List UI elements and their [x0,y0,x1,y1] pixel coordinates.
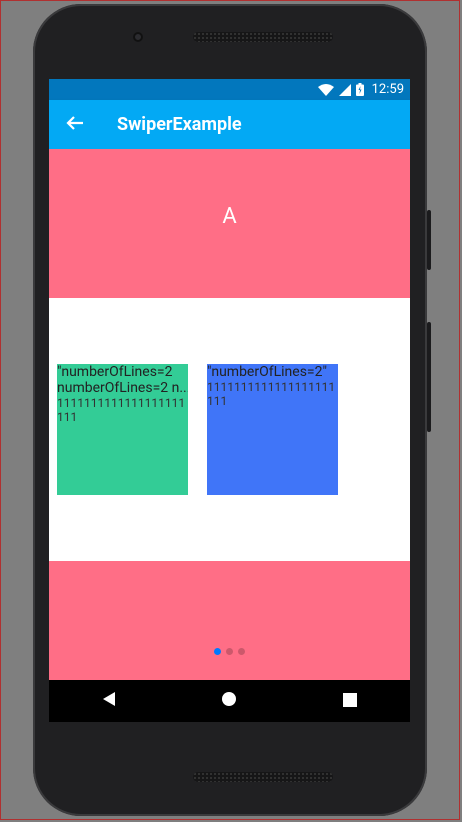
navigation-bar [49,680,410,722]
nav-back-button[interactable] [89,681,129,721]
card-title-continued: numberOfLines=2 n... [57,380,188,396]
front-camera [133,32,143,42]
home-circle-icon [221,691,237,711]
card-row: "numberOfLines=2 numberOfLines=2 n... 11… [49,298,410,561]
page-dot-1[interactable] [214,648,221,655]
card-title: "numberOfLines=2" [207,364,327,380]
battery-icon [355,83,364,96]
back-triangle-icon [102,691,116,711]
app-title: SwiperExample [117,114,242,135]
text-card-green: "numberOfLines=2 numberOfLines=2 n... 11… [57,364,188,495]
back-button[interactable] [55,105,95,145]
card-title: "numberOfLines=2 [57,364,173,380]
card-body: 1111111111111111111111 [57,396,186,424]
nav-recents-button[interactable] [330,681,370,721]
status-time: 12:59 [371,82,404,97]
status-bar: 12:59 [49,79,410,100]
recents-square-icon [342,692,357,711]
swiper-slide-lower[interactable] [49,561,410,680]
top-speaker [193,32,333,42]
device-screen: 12:59 SwiperExample A "numberOfLines=2 n… [49,79,410,722]
card-body: 1111111111111111111111 [207,380,336,408]
volume-button[interactable] [427,210,431,270]
nav-home-button[interactable] [209,681,249,721]
text-card-blue: "numberOfLines=2" 1111111111111111111111 [207,364,338,495]
arrow-back-icon [66,115,84,135]
pagination-dots [49,648,410,656]
page-dot-3[interactable] [238,648,245,655]
app-bar: SwiperExample [49,100,410,149]
power-button[interactable] [427,322,431,432]
wifi-icon [317,83,334,96]
bottom-speaker [193,772,333,782]
page-dot-2[interactable] [226,648,233,655]
signal-icon [338,83,351,96]
slide-label: A [222,204,237,229]
